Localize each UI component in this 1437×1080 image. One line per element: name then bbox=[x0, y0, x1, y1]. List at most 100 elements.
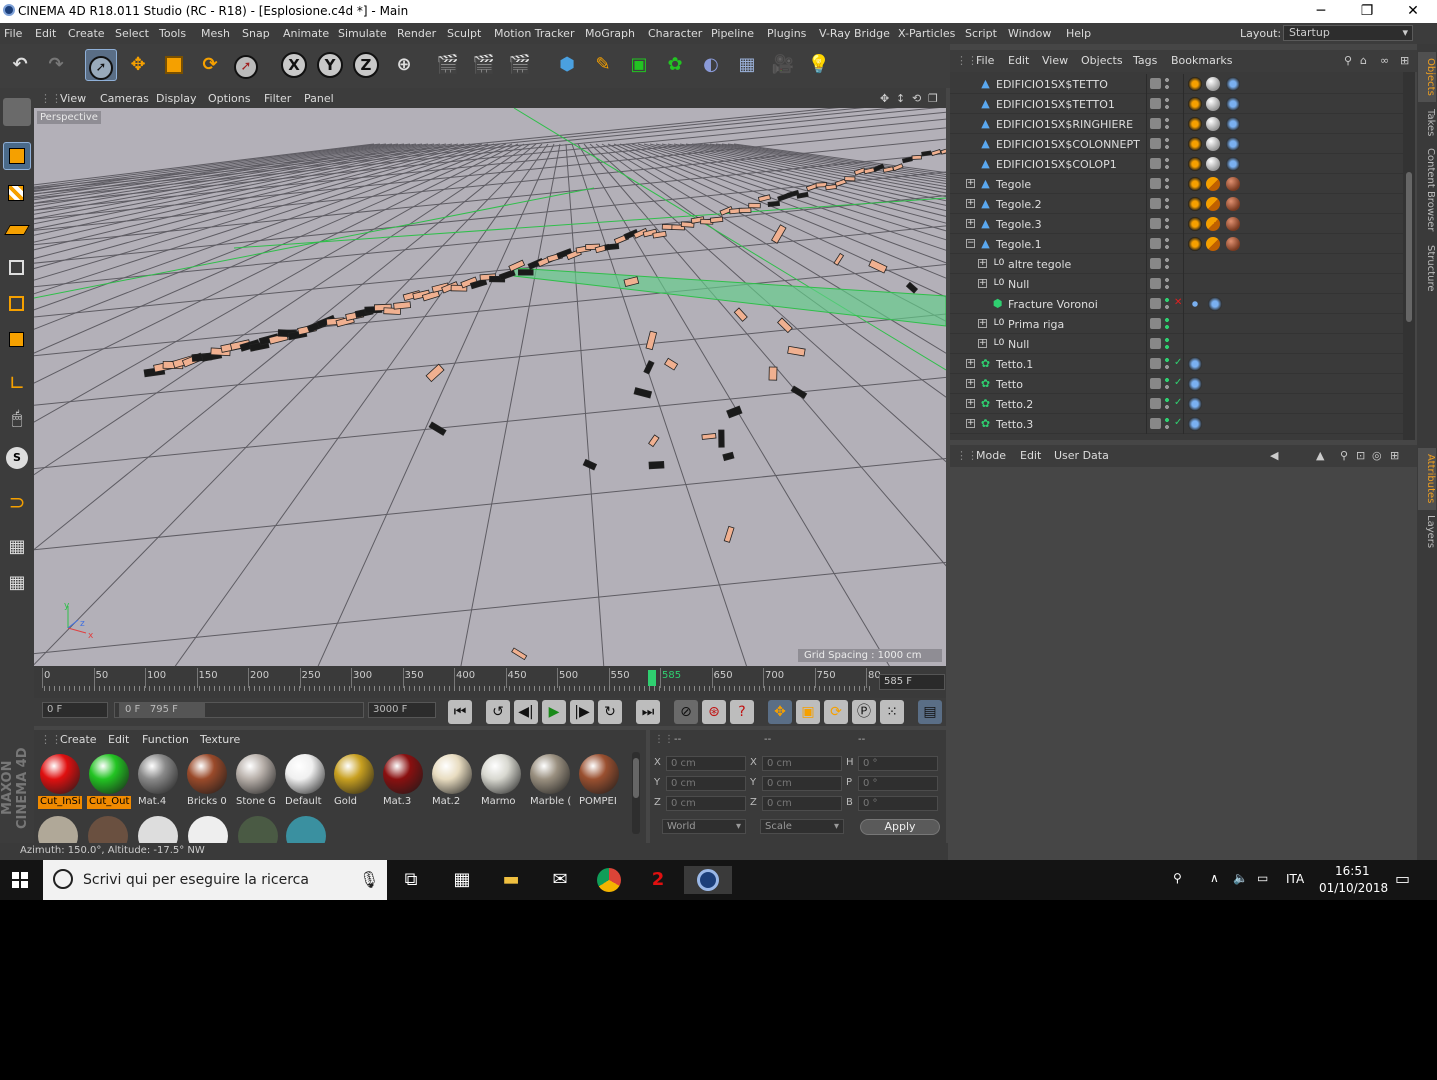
visibility-dots[interactable] bbox=[1165, 357, 1169, 371]
volume-icon[interactable]: 🔈 bbox=[1233, 871, 1248, 885]
visibility-dots[interactable] bbox=[1165, 337, 1169, 351]
record-scale-button[interactable]: ▣ bbox=[796, 700, 820, 724]
calculator-taskbar-button[interactable]: ▦ bbox=[448, 866, 476, 894]
menu-render[interactable]: Render bbox=[397, 27, 436, 40]
menu-mesh[interactable]: Mesh bbox=[201, 27, 230, 40]
layer-swatch[interactable] bbox=[1150, 378, 1161, 389]
position-field[interactable]: 0 cm bbox=[666, 796, 746, 811]
layer-swatch[interactable] bbox=[1150, 278, 1161, 289]
search-icon[interactable]: ⚲ bbox=[1344, 54, 1352, 67]
link-icon[interactable]: ∞ bbox=[1380, 54, 1389, 67]
material-tag-icon[interactable] bbox=[1206, 157, 1220, 171]
phong-tag-icon[interactable] bbox=[1188, 177, 1202, 191]
rigid-body-tag-icon[interactable] bbox=[1206, 197, 1220, 211]
record-position-button[interactable]: ✥ bbox=[768, 700, 792, 724]
redo-button[interactable]: ↷ bbox=[40, 49, 72, 81]
points-mode-button[interactable] bbox=[3, 254, 31, 282]
layer-swatch[interactable] bbox=[1150, 198, 1161, 209]
material-swatch[interactable]: Mat.2 bbox=[430, 752, 474, 810]
visibility-dots[interactable] bbox=[1165, 97, 1169, 111]
layer-swatch[interactable] bbox=[1150, 298, 1161, 309]
menu-help[interactable]: Help bbox=[1066, 27, 1091, 40]
position-field[interactable]: 0 cm bbox=[666, 776, 746, 791]
go-to-start-button[interactable]: ⏮ bbox=[448, 700, 472, 724]
snap-button[interactable]: S bbox=[3, 444, 31, 472]
visibility-dots[interactable] bbox=[1165, 217, 1169, 231]
object-row[interactable]: + ✿ Tetto.2 ✓ bbox=[950, 394, 1403, 414]
people-icon[interactable]: ⚲ bbox=[1173, 871, 1182, 885]
menu-tools[interactable]: Tools bbox=[159, 27, 186, 40]
layer-swatch[interactable] bbox=[1150, 418, 1161, 429]
object-list-scroll-thumb[interactable] bbox=[1406, 172, 1412, 322]
texture-mode-button[interactable] bbox=[3, 180, 31, 208]
object-row[interactable]: ▲ EDIFICIO1SX$TETTO1 bbox=[950, 94, 1403, 114]
expand-toggle[interactable]: + bbox=[966, 399, 975, 408]
uvw-tag-icon[interactable] bbox=[1226, 117, 1240, 131]
visibility-dots[interactable] bbox=[1165, 257, 1169, 271]
layout-dropdown[interactable]: Startup ▾ bbox=[1283, 25, 1413, 41]
camera-button[interactable]: 🎥 bbox=[767, 49, 799, 81]
clock-time[interactable]: 16:51 bbox=[1335, 864, 1370, 878]
z-axis-lock-button[interactable]: Z bbox=[350, 49, 382, 81]
object-row[interactable]: + ▲ Tegole.2 bbox=[950, 194, 1403, 214]
phong-tag-icon[interactable] bbox=[1188, 197, 1202, 211]
visibility-dots[interactable] bbox=[1165, 177, 1169, 191]
dynamics-tag-icon[interactable] bbox=[1188, 377, 1202, 391]
expand-toggle[interactable]: + bbox=[978, 259, 987, 268]
light-button[interactable]: 💡 bbox=[803, 49, 835, 81]
visibility-dots[interactable] bbox=[1165, 197, 1169, 211]
layer-swatch[interactable] bbox=[1150, 218, 1161, 229]
viewport-menu-cameras[interactable]: Cameras bbox=[100, 92, 149, 105]
subdivision-surface-button[interactable]: ▣ bbox=[623, 49, 655, 81]
scale-tool-button[interactable] bbox=[158, 49, 190, 81]
planar-workplane-button[interactable]: ▦ bbox=[3, 572, 31, 600]
layer-swatch[interactable] bbox=[1150, 238, 1161, 249]
material-tag-icon[interactable] bbox=[1206, 77, 1220, 91]
record-parameter-button[interactable]: Ⓟ bbox=[852, 700, 876, 724]
object-row[interactable]: ▲ EDIFICIO1SX$COLONNEPT bbox=[950, 134, 1403, 154]
mail-taskbar-button[interactable]: ✉ bbox=[546, 866, 574, 894]
record-point-level-button[interactable]: ⁙ bbox=[880, 700, 904, 724]
expand-toggle[interactable]: + bbox=[978, 319, 987, 328]
spline-pen-button[interactable]: ✎ bbox=[587, 49, 619, 81]
rotation-field[interactable]: 0 ° bbox=[858, 756, 938, 771]
layer-swatch[interactable] bbox=[1150, 138, 1161, 149]
perspective-viewport[interactable]: y z x Perspective Grid Spacing : 1000 cm bbox=[34, 108, 946, 666]
layer-swatch[interactable] bbox=[1150, 398, 1161, 409]
enabled-check-icon[interactable]: ✓ bbox=[1174, 377, 1182, 388]
expand-toggle[interactable]: + bbox=[966, 359, 975, 368]
material-tag-icon[interactable] bbox=[1226, 177, 1240, 191]
menu-select[interactable]: Select bbox=[115, 27, 149, 40]
dynamics-tag-icon[interactable] bbox=[1188, 417, 1202, 431]
layer-swatch[interactable] bbox=[1150, 158, 1161, 169]
enabled-check-icon[interactable]: ✓ bbox=[1174, 357, 1182, 368]
close-button[interactable]: ✕ bbox=[1390, 0, 1436, 23]
om-menu-tags[interactable]: Tags bbox=[1133, 54, 1157, 67]
next-frame-button[interactable]: |▶ bbox=[570, 700, 594, 724]
prev-key-button[interactable]: ↺ bbox=[486, 700, 510, 724]
input-language[interactable]: ITA bbox=[1286, 872, 1304, 886]
viewport-move-icon[interactable]: ✥ bbox=[880, 92, 889, 105]
om-menu-bookmarks[interactable]: Bookmarks bbox=[1171, 54, 1232, 67]
back-arrow-icon[interactable]: ◀ bbox=[1270, 449, 1278, 462]
expand-toggle[interactable]: + bbox=[978, 339, 987, 348]
render-picture-viewer-button[interactable]: 🎬 bbox=[468, 49, 500, 81]
x-axis-lock-button[interactable]: X bbox=[278, 49, 310, 81]
play-button[interactable]: ▶ bbox=[542, 700, 566, 724]
menu-edit[interactable]: Edit bbox=[35, 27, 56, 40]
visibility-dots[interactable] bbox=[1165, 417, 1169, 431]
edges-mode-button[interactable] bbox=[3, 290, 31, 318]
visibility-dots[interactable] bbox=[1165, 237, 1169, 251]
phong-tag-icon[interactable] bbox=[1188, 217, 1202, 231]
autokeying-button[interactable]: ? bbox=[730, 700, 754, 724]
expand-toggle[interactable]: + bbox=[978, 279, 987, 288]
clock-date[interactable]: 01/10/2018 bbox=[1319, 881, 1388, 895]
object-row[interactable]: + ▲ Tegole.3 bbox=[950, 214, 1403, 234]
rigid-body-tag-icon[interactable] bbox=[1206, 177, 1220, 191]
go-to-end-button[interactable]: ⏭ bbox=[636, 700, 660, 724]
object-row[interactable]: + L0 Prima riga bbox=[950, 314, 1403, 334]
menu-motion-tracker[interactable]: Motion Tracker bbox=[494, 27, 574, 40]
next-key-button[interactable]: ↻ bbox=[598, 700, 622, 724]
om-menu-objects[interactable]: Objects bbox=[1081, 54, 1123, 67]
file-explorer-taskbar-button[interactable]: ▬ bbox=[497, 866, 525, 894]
